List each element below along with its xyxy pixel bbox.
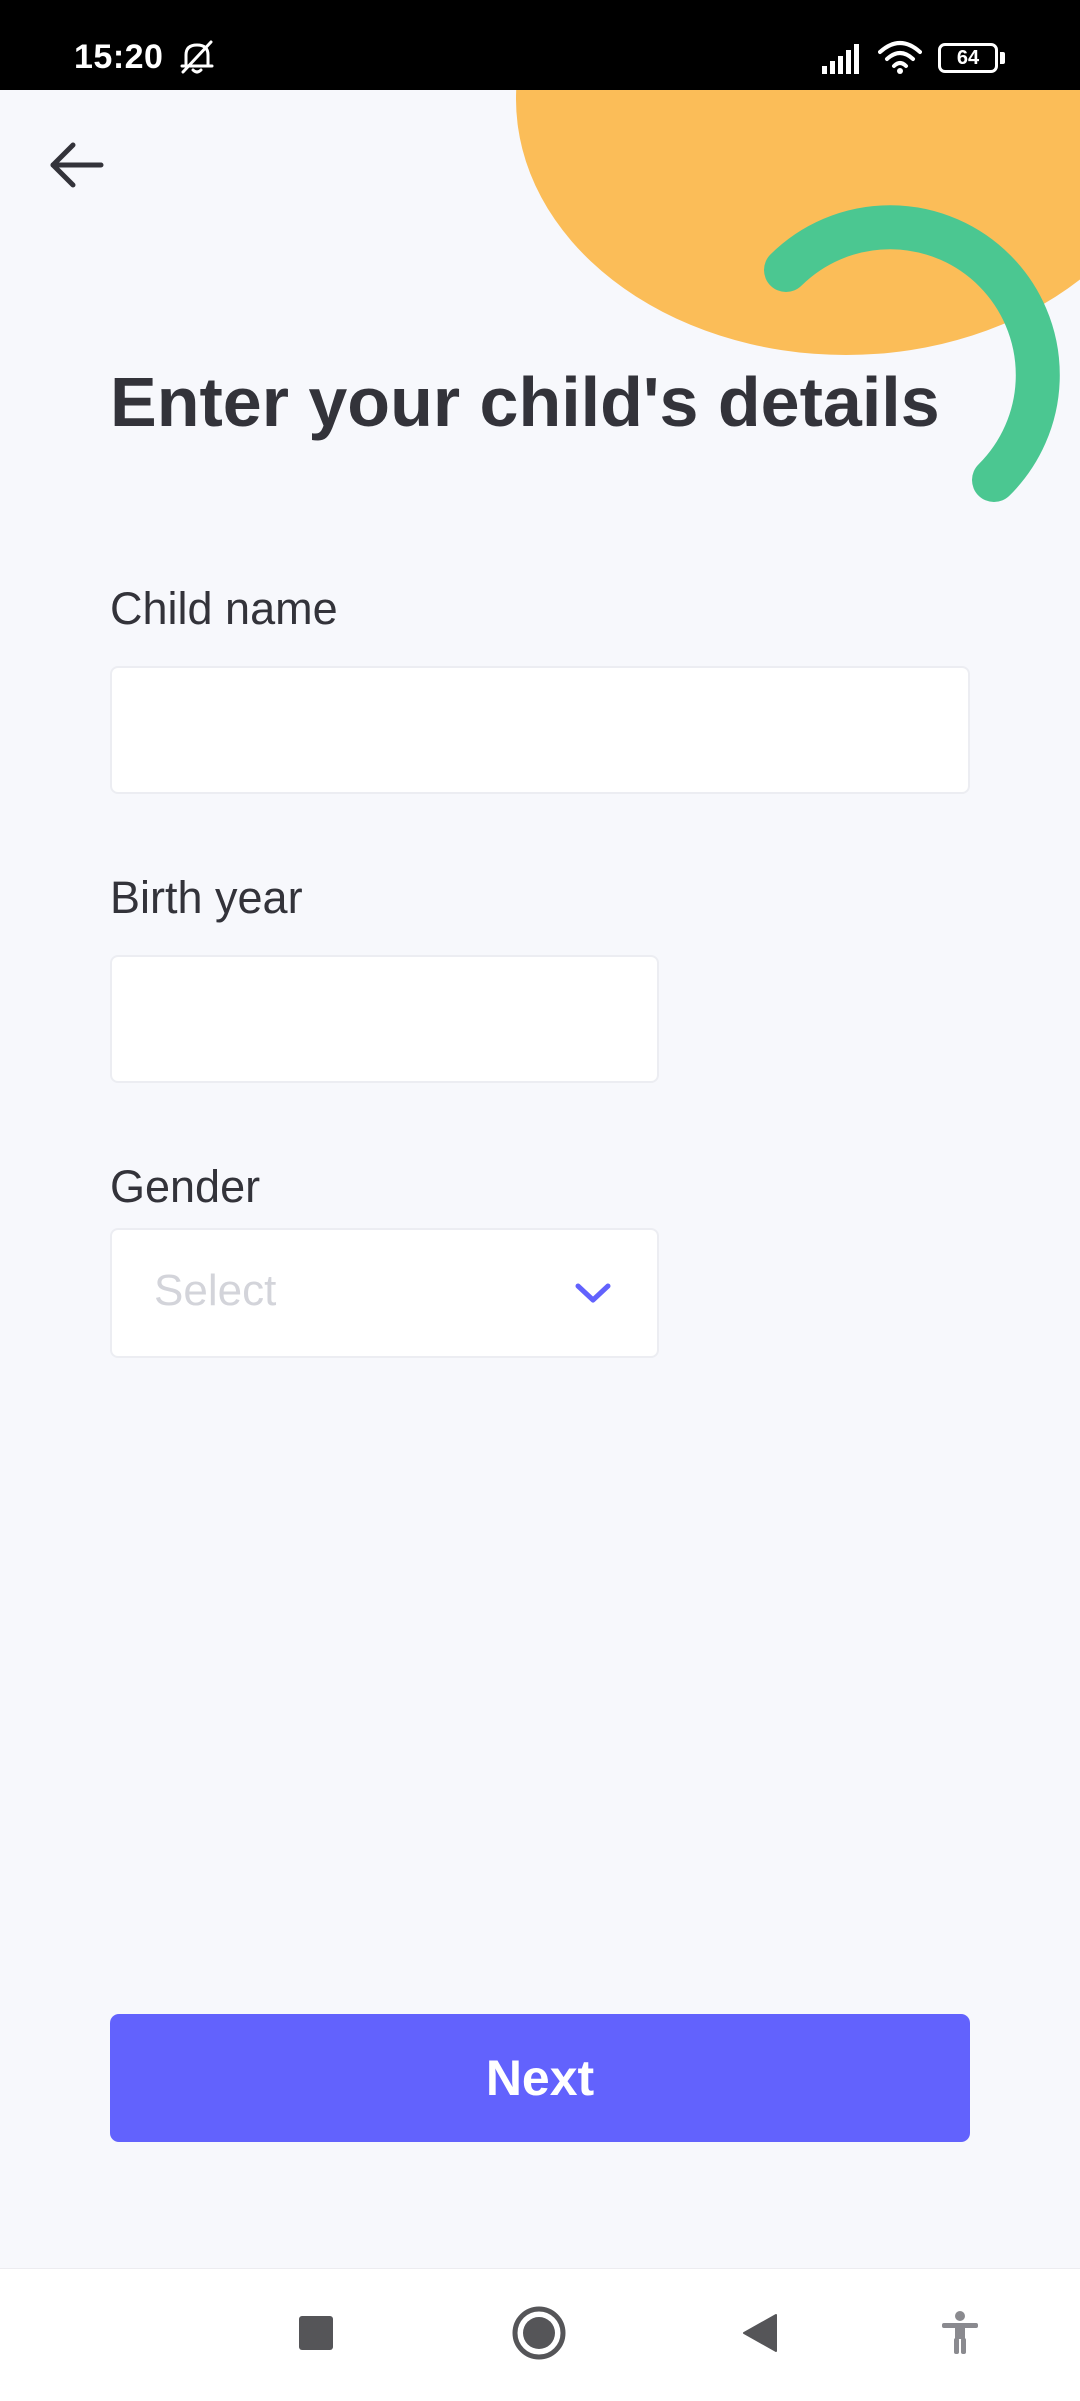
arrow-left-icon [49,141,105,194]
wifi-icon [878,40,922,79]
accessibility-button[interactable] [918,2293,1002,2377]
home-circle-icon [512,2306,566,2365]
signal-icon [822,44,862,79]
back-button[interactable] [40,130,114,204]
home-button[interactable] [497,2293,581,2377]
back-triangle-icon [742,2313,778,2358]
gender-label: Gender [110,1161,261,1212]
back-nav-button[interactable] [718,2293,802,2377]
gender-select-value: Select [154,1266,277,1315]
status-time: 15:20 [74,38,164,76]
birth-year-input[interactable] [110,955,659,1083]
accessibility-icon [940,2310,980,2360]
birth-year-label: Birth year [110,872,303,923]
status-bar: 15:20 64 [0,0,1080,90]
battery-icon: 64 [938,43,998,73]
battery-tip [1000,52,1005,64]
chevron-down-icon [573,1278,613,1308]
recents-button[interactable] [274,2293,358,2377]
recents-square-icon [298,2315,334,2356]
decorative-shapes [0,90,1080,540]
page-title: Enter your child's details [110,363,940,441]
gender-select[interactable]: Select [110,1228,659,1358]
navigation-bar [0,2268,1080,2401]
child-name-input[interactable] [110,666,970,794]
next-button[interactable]: Next [110,2014,970,2142]
bell-off-icon [178,40,216,79]
child-name-label: Child name [110,583,338,634]
yellow-blob-shape [516,90,1080,355]
